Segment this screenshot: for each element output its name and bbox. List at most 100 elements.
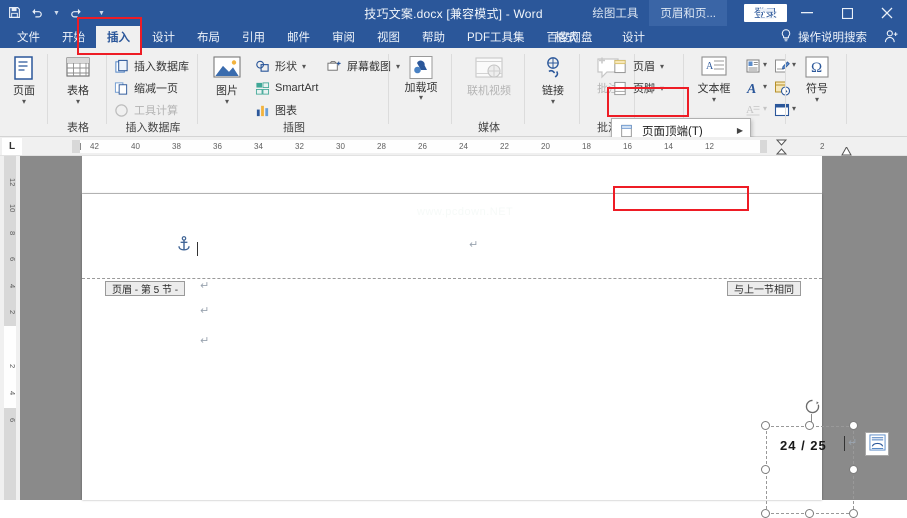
resize-handle-e[interactable] bbox=[849, 465, 858, 474]
symbol-button[interactable]: Ω 符号 ▾ bbox=[794, 55, 840, 103]
resize-handle-s[interactable] bbox=[805, 509, 814, 518]
text-box-button[interactable]: A 文本框 ▾ bbox=[687, 55, 741, 103]
tab-help[interactable]: 帮助 bbox=[411, 26, 456, 48]
undo-dropdown-icon[interactable]: ▼ bbox=[53, 10, 60, 17]
tab-pdf-tools[interactable]: PDF工具集 bbox=[456, 26, 536, 48]
link-button[interactable]: 链接 ▾ bbox=[530, 55, 576, 105]
symbol-dropdown-icon[interactable]: ▾ bbox=[815, 96, 819, 103]
picture-dropdown-icon[interactable]: ▾ bbox=[225, 98, 229, 105]
ribbon-display-options-icon[interactable] bbox=[747, 0, 787, 26]
chart-item[interactable]: 图表 bbox=[254, 102, 297, 118]
footer-dropdown-icon[interactable]: ▾ bbox=[660, 84, 664, 93]
page-number-text-box[interactable]: 24 / 25 ↵ bbox=[766, 426, 854, 514]
horizontal-ruler[interactable]: L 42 40 38 36 34 32 30 28 26 24 22 20 18… bbox=[0, 137, 907, 156]
document-canvas[interactable]: www.pcdown.NET ↵ 页眉 - 第 5 节 - 与上一节相同 ↵ ↵… bbox=[20, 156, 907, 500]
submenu-arrow-icon: ▶ bbox=[737, 126, 743, 135]
ruler-tick: 26 bbox=[418, 140, 427, 153]
layout-options-icon bbox=[869, 434, 886, 454]
contextual-tab-header-footer[interactable]: 页眉和页... bbox=[649, 0, 727, 26]
tab-hf-design[interactable]: 设计 bbox=[600, 26, 667, 48]
ruler-tick: 22 bbox=[500, 140, 509, 153]
tell-me-search[interactable]: 操作说明搜索 bbox=[780, 26, 867, 48]
resize-handle-n[interactable] bbox=[805, 421, 814, 430]
shrink-one-page-item[interactable]: 缩减一页 bbox=[113, 80, 178, 96]
close-icon[interactable] bbox=[867, 0, 907, 26]
layout-options-button[interactable] bbox=[865, 432, 889, 456]
tab-review[interactable]: 审阅 bbox=[321, 26, 366, 48]
vruler-tick: 4 bbox=[3, 284, 17, 288]
minimize-icon[interactable] bbox=[787, 0, 827, 26]
tab-layout[interactable]: 布局 bbox=[186, 26, 231, 48]
quick-parts-dropdown-icon[interactable]: ▾ bbox=[763, 60, 767, 69]
table-button[interactable]: 表格 ▾ bbox=[55, 55, 101, 105]
maximize-icon[interactable] bbox=[827, 0, 867, 26]
calc-icon bbox=[113, 102, 129, 118]
chart-icon bbox=[254, 102, 270, 118]
redo-icon[interactable] bbox=[69, 6, 83, 21]
addin-icon bbox=[406, 55, 436, 82]
header-item[interactable]: 页眉 ▾ bbox=[612, 58, 664, 74]
addins-button[interactable]: 加载项 ▾ bbox=[398, 55, 444, 101]
picture-icon bbox=[211, 55, 243, 85]
wordart-icon[interactable]: A bbox=[743, 78, 763, 97]
table-icon bbox=[63, 55, 93, 85]
tab-home[interactable]: 开始 bbox=[51, 26, 96, 48]
word-window: ▼ ▼ 技巧文案.docx [兼容模式] - Word 绘图工具 页眉和页...… bbox=[0, 0, 907, 500]
ruler-tick: 42 bbox=[90, 140, 99, 153]
share-person-icon[interactable] bbox=[884, 29, 899, 47]
table-dropdown-icon[interactable]: ▾ bbox=[76, 98, 80, 105]
footer-icon bbox=[612, 80, 628, 96]
tab-insert[interactable]: 插入 bbox=[96, 26, 141, 48]
shapes-dropdown-icon[interactable]: ▾ bbox=[302, 62, 306, 71]
ruler-tick: 20 bbox=[541, 140, 550, 153]
database-icon bbox=[113, 58, 129, 74]
previous-page-bottom bbox=[82, 156, 822, 194]
ruler-tick: 36 bbox=[213, 140, 222, 153]
footer-item[interactable]: 页脚 ▾ bbox=[612, 80, 664, 96]
header-icon bbox=[612, 58, 628, 74]
tab-design[interactable]: 设计 bbox=[141, 26, 186, 48]
tab-references[interactable]: 引用 bbox=[231, 26, 276, 48]
shapes-item[interactable]: 形状 ▾ bbox=[254, 58, 306, 74]
picture-button[interactable]: 图片 ▾ bbox=[204, 55, 250, 105]
vertical-ruler[interactable]: 12 10 8 6 4 2 2 4 6 bbox=[0, 156, 20, 500]
rotate-icon[interactable] bbox=[804, 398, 820, 414]
customize-qat-icon[interactable]: ▼ bbox=[98, 10, 105, 17]
vruler-tick: 4 bbox=[3, 391, 17, 395]
link-icon bbox=[538, 55, 568, 85]
ribbon-group-pages: 页面 ▾ bbox=[0, 48, 48, 137]
addins-dropdown-icon[interactable]: ▾ bbox=[419, 94, 423, 101]
tab-format[interactable]: 格式 bbox=[533, 26, 600, 48]
resize-handle-nw[interactable] bbox=[761, 421, 770, 430]
resize-handle-sw[interactable] bbox=[761, 509, 770, 518]
tab-view[interactable]: 视图 bbox=[366, 26, 411, 48]
tab-mailings[interactable]: 邮件 bbox=[276, 26, 321, 48]
save-icon[interactable] bbox=[8, 6, 21, 21]
resize-handle-se[interactable] bbox=[849, 509, 858, 518]
pages-button[interactable]: 页面 ▾ bbox=[1, 55, 47, 105]
ribbon-group-insert-database-label: 插入数据库 bbox=[108, 119, 198, 135]
pages-dropdown-icon[interactable]: ▾ bbox=[22, 98, 26, 105]
resize-handle-w[interactable] bbox=[761, 465, 770, 474]
ribbon-group-addins: 加载项 ▾ bbox=[390, 48, 452, 137]
tab-file[interactable]: 文件 bbox=[6, 26, 51, 48]
quick-access-toolbar: ▼ ▼ bbox=[8, 0, 105, 26]
vruler-tick: 8 bbox=[3, 231, 17, 235]
insert-database-item[interactable]: 插入数据库 bbox=[113, 58, 189, 74]
tool-calc-label: 工具计算 bbox=[134, 102, 178, 118]
wordart-dropdown-icon[interactable]: ▾ bbox=[763, 82, 767, 91]
link-dropdown-icon[interactable]: ▾ bbox=[551, 98, 555, 105]
contextual-tab-drawing-tools[interactable]: 绘图工具 bbox=[581, 0, 649, 26]
quick-parts-icon[interactable] bbox=[743, 56, 763, 75]
resize-handle-ne[interactable] bbox=[849, 421, 858, 430]
undo-icon[interactable] bbox=[30, 6, 44, 21]
text-box-dropdown-icon[interactable]: ▾ bbox=[712, 96, 716, 103]
document-page[interactable]: www.pcdown.NET ↵ 页眉 - 第 5 节 - 与上一节相同 ↵ ↵… bbox=[82, 194, 822, 500]
tab-stop-selector[interactable]: L bbox=[2, 138, 22, 155]
ribbon-group-pages-label bbox=[0, 123, 48, 135]
ruler-tick: 40 bbox=[131, 140, 140, 153]
header-dropdown-icon[interactable]: ▾ bbox=[660, 62, 664, 71]
page-number-value[interactable]: 24 / 25 bbox=[780, 438, 827, 453]
smartart-item[interactable]: SmartArt bbox=[254, 80, 318, 96]
ribbon-group-table-label: 表格 bbox=[49, 119, 107, 135]
